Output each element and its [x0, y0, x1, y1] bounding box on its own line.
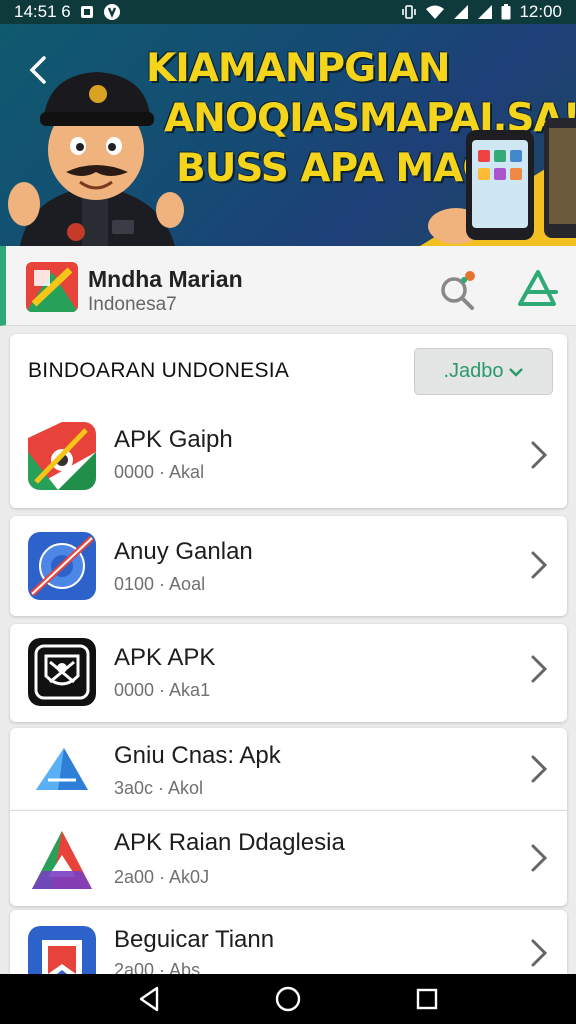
nav-back-button[interactable] — [129, 979, 169, 1019]
chevron-right-icon — [531, 939, 548, 967]
item-meta: 0000 · Aka1 — [114, 680, 211, 700]
app-header: Mndha Marian Indonesa7 — [0, 246, 576, 326]
chevron-left-icon — [29, 56, 46, 84]
dropdown-label: .Jadbo — [443, 360, 504, 382]
item-name: APK Gaiph — [114, 426, 233, 453]
list-item[interactable]: APK Gaiph 0000 · Akal — [10, 408, 567, 508]
triangle-app-icon — [28, 736, 96, 804]
recents-icon — [416, 988, 437, 1010]
notification-icon — [79, 4, 95, 20]
back-button[interactable] — [22, 54, 54, 86]
nav-recents-button[interactable] — [407, 979, 447, 1019]
item-name: APK Raian Ddaglesia — [114, 829, 345, 856]
chevron-right-icon — [531, 755, 548, 783]
list-item[interactable]: Gniu Cnas: Apk 3a0c · Akol — [10, 728, 567, 810]
app-logo-icon — [26, 262, 78, 312]
chevron-right-icon — [531, 551, 548, 579]
item-meta: 2a00 · Ak0J — [114, 867, 210, 887]
app-subtitle: Indonesa7 — [88, 294, 177, 315]
chevron-down-icon — [508, 367, 523, 377]
item-name: Anuy Ganlan — [114, 538, 253, 565]
compass-app-icon — [28, 532, 96, 600]
vibrate-icon — [401, 4, 417, 20]
nav-home-button[interactable] — [268, 979, 308, 1019]
promo-banner[interactable]: KIAMANPGIAN ANOQIASMAPAI.SA! BUSS APA MA… — [0, 24, 576, 246]
share-icon — [518, 270, 558, 306]
item-meta: 0100 · Aoal — [114, 574, 206, 594]
list-item[interactable]: APK Raian Ddaglesia 2a00 · Ak0J — [10, 810, 567, 906]
shield-app-icon — [28, 638, 96, 706]
banner-line-1: KIAMANPGIAN — [146, 46, 450, 91]
status-left: 14:51 6 — [14, 2, 121, 22]
gallery-app-icon — [28, 422, 96, 490]
status-right: 12:00 — [401, 2, 562, 22]
signal-icon — [477, 4, 493, 20]
filter-dropdown[interactable]: .Jadbo — [414, 348, 553, 395]
status-bar: 14:51 6 12:00 — [0, 0, 576, 24]
list-item[interactable]: APK APK 0000 · Aka1 — [10, 624, 567, 722]
list-item[interactable]: Anuy Ganlan 0100 · Aoal — [10, 516, 567, 616]
chevron-right-icon — [531, 441, 548, 469]
status-time-right: 12:00 — [519, 2, 562, 21]
item-name: APK APK — [114, 644, 216, 671]
signal-icon — [453, 4, 469, 20]
search-icon — [441, 271, 475, 310]
share-button[interactable] — [514, 266, 560, 310]
chevron-right-icon — [531, 655, 548, 683]
phone-illustration — [406, 108, 576, 246]
item-meta: 3a0c · Akol — [114, 778, 204, 798]
navigation-bar — [0, 974, 576, 1024]
home-icon — [275, 986, 301, 1012]
app-title: Mndha Marian — [88, 266, 243, 292]
triangle-color-app-icon — [28, 825, 96, 893]
battery-icon — [501, 4, 511, 20]
wifi-icon — [425, 4, 445, 20]
list-item[interactable]: Beguicar Tiann 2a00 · Abs — [10, 910, 567, 974]
item-name: Beguicar Tiann — [114, 926, 275, 953]
search-button[interactable] — [436, 266, 480, 310]
item-meta: 2a00 · Abs — [114, 960, 201, 974]
status-time-left: 14:51 6 — [14, 2, 71, 21]
back-icon — [140, 986, 159, 1012]
chevron-right-icon — [531, 844, 548, 872]
bookmark-app-icon — [28, 926, 96, 974]
item-meta: 0000 · Akal — [114, 462, 205, 482]
section-title: BINDOARAN UNDONESIA — [28, 359, 290, 382]
location-icon — [103, 3, 121, 21]
item-name: Gniu Cnas: Apk — [114, 742, 281, 769]
